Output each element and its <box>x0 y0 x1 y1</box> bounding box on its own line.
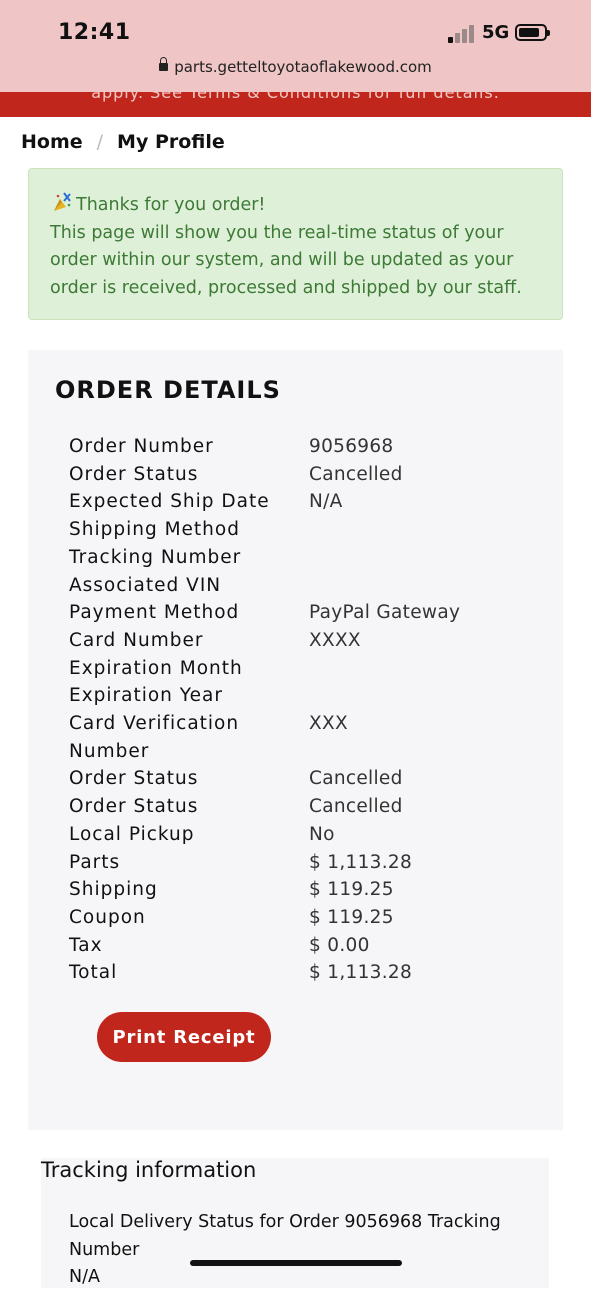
detail-label: Coupon <box>69 906 146 928</box>
detail-value: Cancelled <box>309 768 403 790</box>
detail-label: Shipping <box>69 879 158 901</box>
detail-value: 9056968 <box>309 436 394 457</box>
order-details-list: Order Number 9056968 Order Status Cancelle… <box>69 433 539 987</box>
detail-row: Shipping $ 119.25 <box>69 876 539 904</box>
detail-row: Coupon $ 119.25 <box>69 904 539 932</box>
detail-label: Order Status <box>69 768 199 790</box>
detail-label: Expected Ship Date <box>69 491 270 513</box>
detail-row: Expected Ship Date N/A <box>69 488 539 516</box>
detail-row: Local Pickup No <box>69 821 539 849</box>
detail-label: Parts <box>69 851 121 873</box>
detail-label: Shipping Method <box>69 519 240 541</box>
order-confirmation-alert: Thanks for you order! This page will sho… <box>28 168 563 320</box>
url-text: parts.getteltoyotaoflakewood.com <box>174 58 432 76</box>
alert-title: Thanks for you order! <box>76 195 266 215</box>
order-details-card: ORDER DETAILS Order Number 9056968 Order … <box>28 350 563 1130</box>
breadcrumb-home[interactable]: Home <box>21 131 83 153</box>
detail-row: Shipping Method <box>69 516 539 544</box>
detail-label: Order Status <box>69 796 199 818</box>
party-icon <box>50 191 74 213</box>
detail-value: $ 1,113.28 <box>309 962 413 984</box>
detail-label: Order Status <box>69 463 199 485</box>
detail-label: Total <box>69 962 118 984</box>
detail-value: XXXX <box>309 629 361 651</box>
alert-body: This page will show you the real-time st… <box>50 222 522 298</box>
detail-row: Associated VIN <box>69 572 539 600</box>
detail-row: Payment Method PayPal Gateway <box>69 599 539 627</box>
lock-icon <box>159 57 169 71</box>
print-receipt-button[interactable]: Print Receipt <box>97 1012 271 1062</box>
tracking-value: N/A <box>69 1267 100 1288</box>
detail-value: $ 119.25 <box>309 879 394 901</box>
clock: 12:41 <box>58 20 131 45</box>
detail-value: N/A <box>309 491 343 513</box>
detail-label: Associated VIN <box>69 574 222 596</box>
url-bar[interactable]: parts.getteltoyotaoflakewood.com <box>0 57 591 76</box>
tracking-heading: Tracking information <box>41 1158 257 1182</box>
detail-row: Card Verification Number XXX <box>69 710 539 765</box>
breadcrumb-separator: / <box>96 131 104 153</box>
network-label: 5G <box>482 22 510 43</box>
detail-row: Order Status Cancelled <box>69 765 539 793</box>
detail-label: Order Number <box>69 436 214 457</box>
detail-label: Expiration Month <box>69 657 243 679</box>
home-indicator[interactable] <box>190 1260 402 1266</box>
detail-value: XXX <box>309 713 348 735</box>
detail-label: Local Pickup <box>69 823 195 845</box>
battery-icon <box>515 24 550 41</box>
breadcrumb-current[interactable]: My Profile <box>117 131 225 153</box>
detail-row: Card Number XXXX <box>69 627 539 655</box>
detail-value: No <box>309 823 335 845</box>
detail-row: Parts $ 1,113.28 <box>69 849 539 877</box>
order-details-heading: ORDER DETAILS <box>55 376 281 404</box>
detail-label: Card Number <box>69 629 204 651</box>
tracking-text: Local Delivery Status for Order 9056968 … <box>69 1209 539 1292</box>
detail-row: Tax $ 0.00 <box>69 932 539 960</box>
detail-label: Expiration Year <box>69 685 223 707</box>
detail-row: Expiration Month <box>69 655 539 683</box>
detail-row: Expiration Year <box>69 682 539 710</box>
signal-icon <box>448 25 476 43</box>
promo-banner[interactable]: apply. See Terms & Conditions for full d… <box>0 92 591 117</box>
breadcrumb: Home / My Profile <box>21 131 225 153</box>
detail-value: $ 119.25 <box>309 906 394 928</box>
detail-row: Order Status Cancelled <box>69 793 539 821</box>
detail-value: $ 0.00 <box>309 934 370 956</box>
detail-row: Total $ 1,113.28 <box>69 959 539 987</box>
detail-row: Order Number 9056968 <box>69 433 539 461</box>
detail-label: Payment Method <box>69 602 240 624</box>
tracking-section: Tracking information Local Delivery Stat… <box>41 1158 549 1288</box>
detail-value: PayPal Gateway <box>309 602 461 624</box>
detail-value: Cancelled <box>309 463 403 485</box>
detail-label: Card Verification Number <box>69 713 240 762</box>
detail-value: $ 1,113.28 <box>309 851 413 873</box>
detail-row: Tracking Number <box>69 544 539 572</box>
promo-text: apply. See Terms & Conditions for full d… <box>91 92 500 102</box>
detail-label: Tracking Number <box>69 546 242 568</box>
detail-row: Order Status Cancelled <box>69 461 539 489</box>
status-bar: 12:41 5G parts.getteltoyotaoflakewood.co… <box>0 0 591 92</box>
tracking-description: Local Delivery Status for Order 9056968 … <box>69 1212 501 1260</box>
detail-value: Cancelled <box>309 796 403 818</box>
detail-label: Tax <box>69 934 103 956</box>
